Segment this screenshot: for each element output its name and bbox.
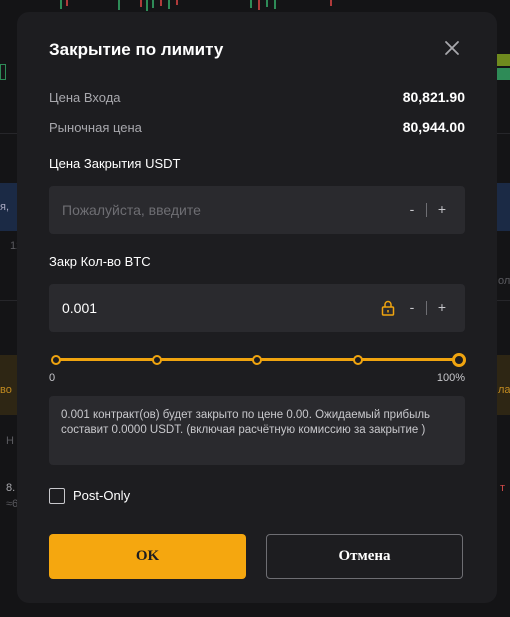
quantity-label: Закр Кол-во BTC	[49, 254, 151, 269]
close-price-input[interactable]	[62, 186, 362, 234]
slider-max-label: 100%	[436, 372, 465, 384]
stepper-divider	[426, 203, 427, 217]
quantity-input[interactable]	[62, 284, 362, 332]
slider-thumb[interactable]	[452, 353, 466, 367]
quantity-field: - +	[49, 284, 465, 332]
slider-step-mark[interactable]	[252, 355, 262, 365]
dialog-title: Закрытие по лимиту	[49, 40, 224, 59]
close-icon[interactable]	[443, 39, 461, 57]
ok-button[interactable]: OK	[49, 534, 246, 579]
quantity-increment-button[interactable]: +	[435, 298, 449, 316]
background-marker	[0, 64, 6, 80]
cancel-button[interactable]: Отмена	[266, 534, 463, 579]
slider-step-mark[interactable]	[352, 355, 363, 365]
market-price-label: Рыночная цена	[49, 120, 142, 135]
close-price-field: - +	[49, 186, 465, 234]
slider-step-mark[interactable]	[151, 355, 162, 365]
quantity-decrement-button[interactable]: -	[405, 298, 419, 316]
slider-step-mark[interactable]	[51, 355, 61, 365]
close-price-label: Цена Закрытия USDT	[49, 156, 181, 171]
entry-price-value: 80,821.90	[402, 89, 465, 105]
background-text: ол	[498, 275, 510, 287]
background-text: т	[500, 482, 506, 494]
background-text: я,	[0, 201, 10, 213]
expected-profit-info: 0.001 контракт(ов) будет закрыто по цене…	[49, 396, 465, 465]
background-text: Н	[6, 435, 14, 447]
lock-icon[interactable]	[381, 300, 395, 316]
limit-close-dialog: Закрытие по лимиту Цена Входа 80,821.90 …	[17, 12, 497, 603]
close-price-increment-button[interactable]: +	[435, 200, 449, 218]
stepper-divider	[426, 301, 427, 315]
slider-min-label: 0	[49, 372, 56, 384]
post-only-checkbox[interactable]	[49, 488, 65, 504]
entry-price-label: Цена Входа	[49, 90, 121, 105]
background-text: во	[0, 384, 12, 396]
quantity-slider[interactable]	[49, 352, 466, 368]
close-price-decrement-button[interactable]: -	[405, 200, 419, 218]
market-price-value: 80,944.00	[402, 119, 465, 135]
background-text: 8.	[6, 482, 16, 494]
post-only-label: Post-Only	[73, 488, 131, 503]
background-text: ла	[498, 384, 510, 396]
